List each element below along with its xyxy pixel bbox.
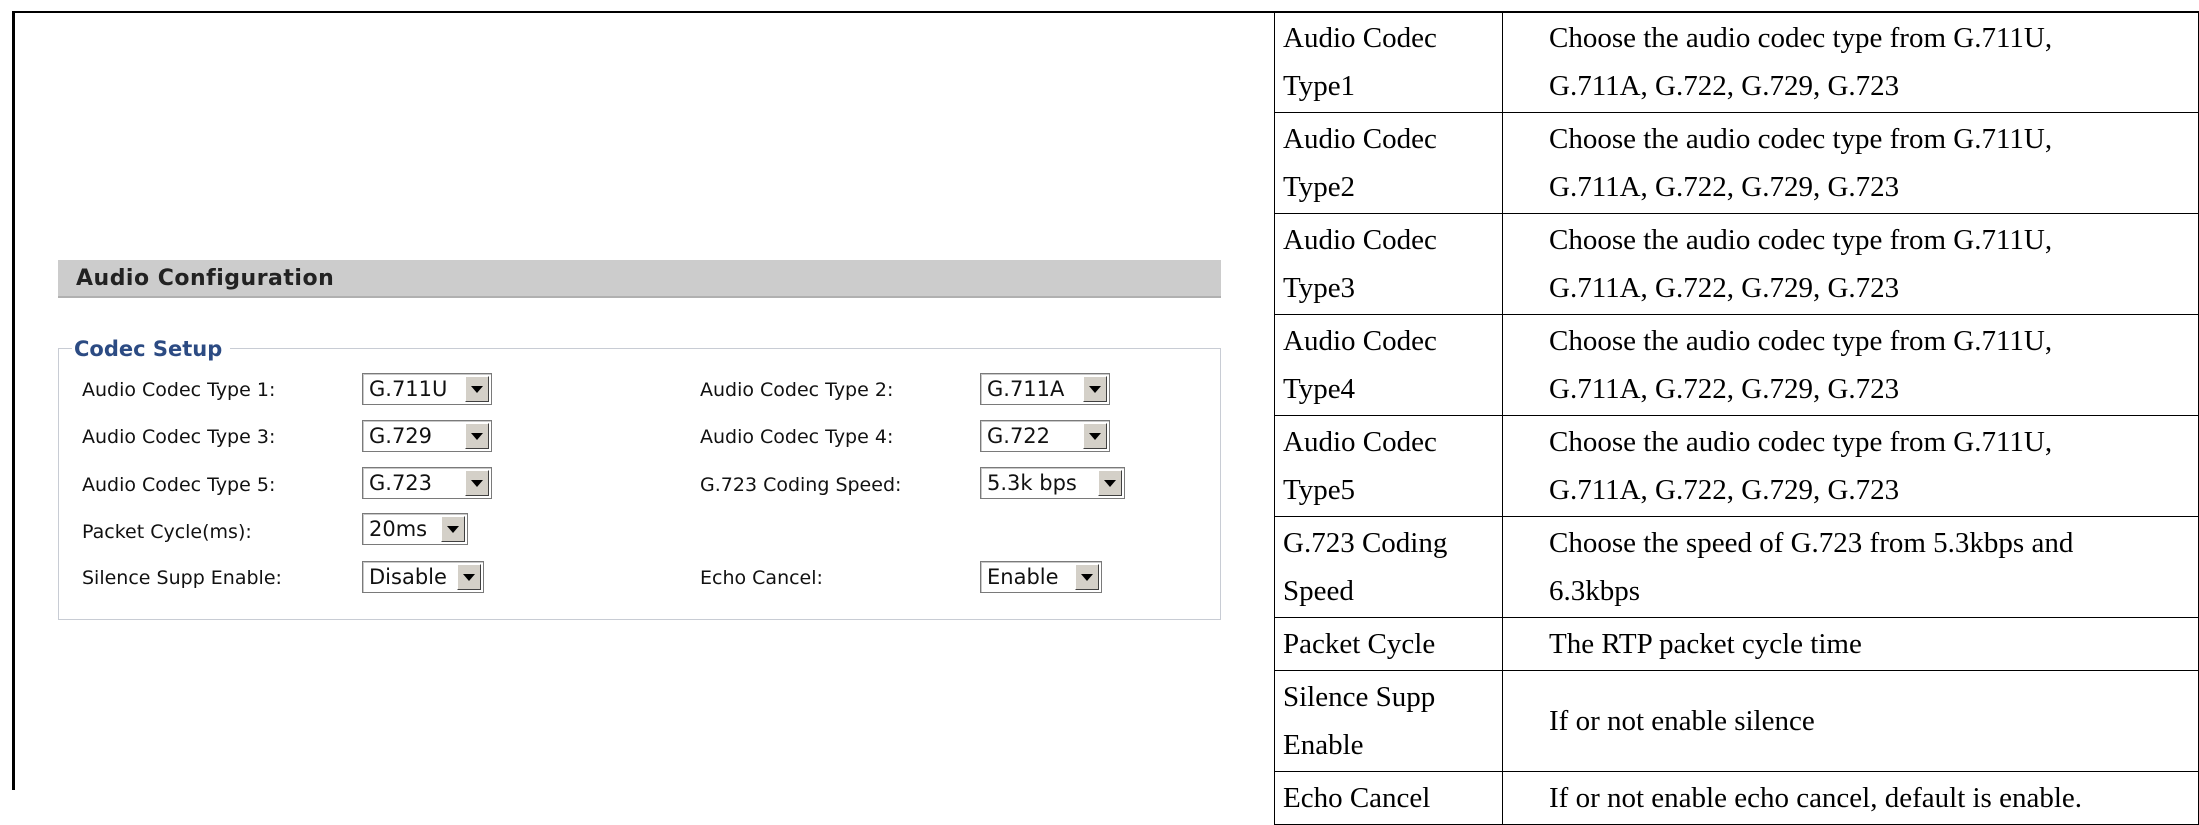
packet-cycle-select[interactable]: 20ms [362,513,468,545]
chevron-down-icon[interactable] [465,376,489,402]
table-row: Audio Codec Type4 Choose the audio codec … [1274,314,2199,416]
param-name-line1: Audio Codec [1283,22,1437,54]
param-desc-cell: If or not enable silence [1502,670,2199,772]
param-name-line2: Enable [1283,729,1364,761]
chevron-down-icon[interactable] [1083,376,1107,402]
codec3-value: G.729 [369,424,433,448]
echo-cancel-value: Enable [987,565,1059,589]
packet-cycle-value: 20ms [369,517,428,541]
param-desc-line2: G.711A, G.722, G.729, G.723 [1549,171,1900,203]
param-name-line2: Type2 [1283,171,1356,203]
param-name-line2: Type4 [1283,373,1356,405]
param-desc-line2: G.711A, G.722, G.729, G.723 [1549,474,1900,506]
chevron-down-icon[interactable] [1075,564,1099,590]
param-name-cell: Audio Codec Type5 [1274,415,1503,517]
table-row: Packet Cycle The RTP packet cycle time [1274,617,2199,671]
echo-cancel-label: Echo Cancel: [700,567,823,589]
table-row: G.723 Coding Speed Choose the speed of G.… [1274,516,2199,618]
param-desc-line1: The RTP packet cycle time [1549,628,1862,660]
param-desc-cell: Choose the audio codec type from G.711U,… [1502,213,2199,315]
codec5-label: Audio Codec Type 5: [82,474,276,496]
param-name-line1: G.723 Coding [1283,527,1448,559]
param-desc-line1: If or not enable silence [1549,705,1815,737]
packet-cycle-label: Packet Cycle(ms): [82,521,252,543]
param-desc-line1: Choose the audio codec type from G.711U, [1549,325,2053,357]
param-desc-cell: Choose the audio codec type from G.711U,… [1502,314,2199,416]
table-row: Silence Supp Enable If or not enable sile… [1274,670,2199,772]
param-name-line1: Echo Cancel [1283,782,1431,814]
chevron-down-icon[interactable] [465,470,489,496]
param-name-cell: Packet Cycle [1274,617,1503,671]
param-name-line1: Silence Supp [1283,681,1436,713]
param-desc-cell: The RTP packet cycle time [1502,617,2199,671]
param-name-cell: Audio Codec Type2 [1274,112,1503,214]
param-name-cell: Audio Codec Type3 [1274,213,1503,315]
param-desc-line2: G.711A, G.722, G.729, G.723 [1549,70,1900,102]
codec4-value: G.722 [987,424,1051,448]
param-name-line1: Audio Codec [1283,426,1437,458]
codec1-select[interactable]: G.711U [362,373,492,405]
param-desc-line1: If or not enable echo cancel, default is… [1549,782,2083,814]
param-name-line1: Audio Codec [1283,224,1437,256]
table-row: Audio Codec Type2 Choose the audio codec … [1274,112,2199,214]
param-desc-line1: Choose the audio codec type from G.711U, [1549,426,2053,458]
echo-cancel-select[interactable]: Enable [980,561,1102,593]
param-desc-line2: G.711A, G.722, G.729, G.723 [1549,373,1900,405]
codec2-label: Audio Codec Type 2: [700,379,894,401]
codec5-value: G.723 [369,471,433,495]
chevron-down-icon[interactable] [457,564,481,590]
silence-supp-label: Silence Supp Enable: [82,567,282,589]
param-name-line1: Packet Cycle [1283,628,1436,660]
codec-setup-legend: Codec Setup [72,337,231,361]
param-name-line1: Audio Codec [1283,123,1437,155]
chevron-down-icon[interactable] [1083,423,1107,449]
codec3-select[interactable]: G.729 [362,420,492,452]
g723-speed-label: G.723 Coding Speed: [700,474,902,496]
param-name-cell: Audio Codec Type1 [1274,11,1503,113]
chevron-down-icon[interactable] [465,423,489,449]
g723-speed-select[interactable]: 5.3k bps [980,467,1125,499]
param-desc-line2: G.711A, G.722, G.729, G.723 [1549,272,1900,304]
param-name-cell: Audio Codec Type4 [1274,314,1503,416]
silence-supp-select[interactable]: Disable [362,561,484,593]
param-desc-cell: Choose the audio codec type from G.711U,… [1502,11,2199,113]
table-row: Audio Codec Type5 Choose the audio codec … [1274,415,2199,517]
param-name-cell: G.723 Coding Speed [1274,516,1503,618]
param-desc-line1: Choose the speed of G.723 from 5.3kbps a… [1549,527,2074,559]
param-name-line1: Audio Codec [1283,325,1437,357]
param-desc-line1: Choose the audio codec type from G.711U, [1549,22,2053,54]
codec1-label: Audio Codec Type 1: [82,379,276,401]
param-desc-cell: If or not enable echo cancel, default is… [1502,771,2199,825]
codec4-label: Audio Codec Type 4: [700,426,894,448]
param-desc-line2: 6.3kbps [1549,575,1641,607]
table-row: Echo Cancel If or not enable echo cancel… [1274,771,2199,825]
table-row: Audio Codec Type1 Choose the audio codec … [1274,11,2199,113]
param-name-cell: Silence Supp Enable [1274,670,1503,772]
param-desc-cell: Choose the audio codec type from G.711U,… [1502,415,2199,517]
parameter-description-table: Audio Codec Type1 Choose the audio codec … [1274,11,2199,825]
table-row: Audio Codec Type3 Choose the audio codec … [1274,213,2199,315]
param-desc-cell: Choose the audio codec type from G.711U,… [1502,112,2199,214]
param-desc-line1: Choose the audio codec type from G.711U, [1549,123,2053,155]
codec3-label: Audio Codec Type 3: [82,426,276,448]
param-desc-cell: Choose the speed of G.723 from 5.3kbps a… [1502,516,2199,618]
g723-speed-value: 5.3k bps [987,471,1077,495]
param-name-line2: Speed [1283,575,1354,607]
param-name-line2: Type5 [1283,474,1356,506]
codec4-select[interactable]: G.722 [980,420,1110,452]
section-header: Audio Configuration [58,260,1221,298]
param-name-line2: Type3 [1283,272,1356,304]
chevron-down-icon[interactable] [441,516,465,542]
codec1-value: G.711U [369,377,448,401]
audio-config-screenshot: Audio Configuration Codec Setup Audio Co… [0,0,1262,790]
param-desc-line1: Choose the audio codec type from G.711U, [1549,224,2053,256]
codec5-select[interactable]: G.723 [362,467,492,499]
codec2-select[interactable]: G.711A [980,373,1110,405]
param-name-cell: Echo Cancel [1274,771,1503,825]
silence-supp-value: Disable [369,565,447,589]
param-name-line2: Type1 [1283,70,1356,102]
codec2-value: G.711A [987,377,1065,401]
chevron-down-icon[interactable] [1098,470,1122,496]
